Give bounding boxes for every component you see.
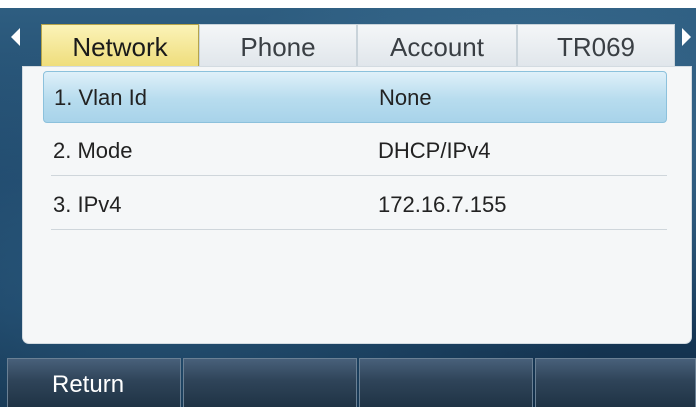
settings-row-mode[interactable]: 2. Mode DHCP/IPv4 bbox=[43, 125, 667, 177]
softkey-4[interactable] bbox=[535, 358, 696, 407]
row-label: 2. Mode bbox=[53, 138, 133, 163]
row-value: None bbox=[379, 85, 432, 110]
tab-network[interactable]: Network bbox=[41, 24, 199, 70]
row-label: 1. Vlan Id bbox=[54, 85, 147, 110]
settings-row-ipv4[interactable]: 3. IPv4 172.16.7.155 bbox=[43, 179, 667, 231]
arrow-right-icon[interactable] bbox=[682, 28, 691, 46]
softkey-bar: Return bbox=[0, 358, 696, 407]
softkey-return[interactable]: Return bbox=[7, 358, 181, 407]
tab-account[interactable]: Account bbox=[357, 24, 517, 70]
tab-phone[interactable]: Phone bbox=[199, 24, 357, 70]
softkey-3[interactable] bbox=[359, 358, 533, 407]
arrow-left-icon[interactable] bbox=[11, 28, 20, 46]
row-label: 3. IPv4 bbox=[53, 192, 122, 217]
tab-bar: Network Phone Account TR069 bbox=[0, 14, 696, 70]
softkey-2[interactable] bbox=[183, 358, 357, 407]
row-divider bbox=[51, 229, 667, 230]
row-value: 172.16.7.155 bbox=[378, 192, 507, 217]
row-divider bbox=[51, 175, 667, 176]
top-edge bbox=[0, 0, 696, 8]
network-settings-panel: 1. Vlan Id None 2. Mode DHCP/IPv4 3. IPv… bbox=[23, 67, 691, 343]
tab-tr069[interactable]: TR069 bbox=[517, 24, 675, 70]
phone-screen: Network Phone Account TR069 1. Vlan Id N… bbox=[0, 0, 696, 407]
settings-row-vlan-id[interactable]: 1. Vlan Id None bbox=[43, 71, 667, 123]
row-value: DHCP/IPv4 bbox=[378, 138, 491, 163]
